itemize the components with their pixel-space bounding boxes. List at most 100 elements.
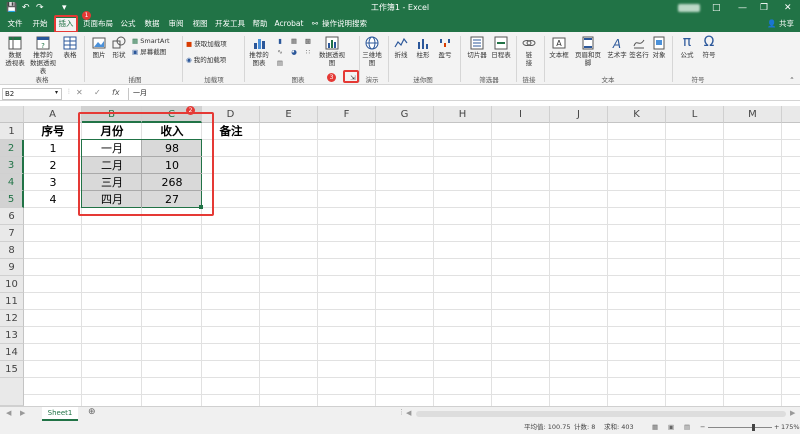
recommended-pivot-button[interactable]: ? 推荐的 数据透视表 bbox=[28, 36, 58, 75]
tab-data[interactable]: 数据 bbox=[142, 18, 162, 31]
cell-a1[interactable]: 序号 bbox=[24, 123, 82, 140]
pie-chart-button[interactable]: ◕ bbox=[288, 48, 300, 56]
tab-review[interactable]: 审阅 bbox=[166, 18, 186, 31]
page-break-view-icon[interactable]: ▤ bbox=[684, 421, 690, 434]
column-header-g[interactable]: G bbox=[376, 106, 434, 123]
tab-formulas[interactable]: 公式 bbox=[118, 18, 138, 31]
share-button[interactable]: 👤 共享 bbox=[767, 18, 794, 30]
normal-view-icon[interactable]: ▦ bbox=[652, 421, 658, 434]
cell-a2[interactable]: 1 bbox=[24, 140, 82, 157]
row-header-4[interactable]: 4 bbox=[0, 174, 24, 191]
timeline-button[interactable]: 日程表 bbox=[490, 36, 512, 59]
tab-home[interactable]: 开始 bbox=[30, 18, 50, 31]
insert-function-icon[interactable]: fx bbox=[112, 88, 120, 97]
column-header-a[interactable]: A bbox=[24, 106, 82, 123]
hscroll-left-icon[interactable]: ◀ bbox=[406, 409, 411, 417]
zoom-slider-thumb[interactable] bbox=[752, 424, 755, 431]
row-header-3[interactable]: 3 bbox=[0, 157, 24, 174]
scatter-chart-button[interactable]: ∷ bbox=[302, 48, 314, 56]
row-header-15[interactable]: 15 bbox=[0, 361, 24, 378]
row-header-12[interactable]: 12 bbox=[0, 310, 24, 327]
tab-view[interactable]: 视图 bbox=[190, 18, 210, 31]
sparkline-column-button[interactable]: 柱形 bbox=[414, 36, 432, 59]
tab-help[interactable]: 帮助 bbox=[250, 18, 270, 31]
name-box-dropdown-icon[interactable]: ▾ bbox=[55, 89, 58, 96]
signature-line-button[interactable]: 签名行 bbox=[628, 36, 650, 59]
row-header-11[interactable]: 11 bbox=[0, 293, 24, 310]
tab-file[interactable]: 文件 bbox=[6, 18, 24, 31]
equation-button[interactable]: π 公式 bbox=[678, 35, 696, 60]
column-header-j[interactable]: J bbox=[550, 106, 608, 123]
column-header-n-partial[interactable] bbox=[782, 106, 800, 123]
object-button[interactable]: 对象 bbox=[650, 36, 668, 59]
statistic-chart-button[interactable]: ▩ bbox=[302, 37, 314, 45]
row-header-9[interactable]: 9 bbox=[0, 259, 24, 276]
row-header-1[interactable]: 1 bbox=[0, 123, 24, 140]
sparkline-winloss-button[interactable]: 盈亏 bbox=[436, 36, 454, 59]
column-header-f[interactable]: F bbox=[318, 106, 376, 123]
pivot-chart-button[interactable]: 数据透视图 bbox=[316, 36, 348, 67]
column-header-k[interactable]: K bbox=[608, 106, 666, 123]
row-header-2[interactable]: 2 bbox=[0, 140, 24, 157]
close-icon[interactable]: ✕ bbox=[784, 2, 792, 14]
column-chart-button[interactable]: ▮ bbox=[274, 37, 286, 45]
header-footer-button[interactable]: 页眉和页脚 bbox=[572, 36, 604, 67]
row-header-13[interactable]: 13 bbox=[0, 327, 24, 344]
pictures-button[interactable]: 图片 bbox=[90, 36, 108, 59]
tab-developer[interactable]: 开发工具 bbox=[214, 18, 246, 31]
add-sheet-icon[interactable]: ⊕ bbox=[88, 407, 96, 417]
hierarchy-chart-button[interactable]: ▦ bbox=[288, 37, 300, 45]
my-addins-button[interactable]: ◉ 我的加载项 bbox=[186, 56, 242, 64]
select-all-corner[interactable] bbox=[0, 106, 24, 123]
tab-split-handle-icon[interactable]: ⋮ bbox=[398, 408, 405, 416]
maximize-icon[interactable]: ❐ bbox=[760, 2, 768, 14]
table-button[interactable]: 表格 bbox=[60, 36, 80, 59]
cell-a4[interactable]: 3 bbox=[24, 174, 82, 191]
3d-map-button[interactable]: 三维地 图 bbox=[362, 36, 382, 67]
formula-input[interactable]: 一月 bbox=[128, 88, 796, 100]
slicer-button[interactable]: 切片器 bbox=[466, 36, 488, 59]
ribbon-display-options-icon[interactable]: □ bbox=[712, 2, 721, 14]
column-header-m[interactable]: M bbox=[724, 106, 782, 123]
tab-acrobat[interactable]: Acrobat bbox=[274, 18, 304, 31]
pivot-table-button[interactable]: 数据 透视表 bbox=[4, 36, 26, 67]
row-header-8[interactable]: 8 bbox=[0, 242, 24, 259]
column-header-h[interactable]: H bbox=[434, 106, 492, 123]
cell-a5[interactable]: 4 bbox=[24, 191, 82, 208]
row-header-6[interactable]: 6 bbox=[0, 208, 24, 225]
smartart-button[interactable]: ▦ SmartArt bbox=[132, 37, 176, 45]
scroll-left-icon[interactable]: ◀ bbox=[6, 409, 11, 417]
zoom-slider[interactable] bbox=[708, 427, 772, 428]
zoom-out-icon[interactable]: − bbox=[700, 421, 705, 434]
row-header-10[interactable]: 10 bbox=[0, 276, 24, 293]
column-header-l[interactable]: L bbox=[666, 106, 724, 123]
sheet-tab-sheet1[interactable]: Sheet1 bbox=[42, 407, 78, 421]
page-layout-view-icon[interactable]: ▣ bbox=[668, 421, 674, 434]
hscroll-right-icon[interactable]: ▶ bbox=[790, 409, 795, 417]
symbol-button[interactable]: Ω 符号 bbox=[700, 35, 718, 60]
minimize-icon[interactable]: — bbox=[738, 2, 747, 14]
row-header-5[interactable]: 5 bbox=[0, 191, 24, 208]
wordart-button[interactable]: A 艺术字 bbox=[606, 36, 628, 59]
column-header-i[interactable]: I bbox=[492, 106, 550, 123]
collapse-ribbon-button[interactable]: ⌃ bbox=[788, 76, 796, 84]
column-header-e[interactable]: E bbox=[260, 106, 318, 123]
recommended-charts-button[interactable]: 推荐的 图表 bbox=[248, 36, 270, 67]
scroll-right-icon[interactable]: ▶ bbox=[20, 409, 25, 417]
screenshot-button[interactable]: ▣ 屏幕截图 bbox=[132, 48, 180, 56]
row-header-7[interactable]: 7 bbox=[0, 225, 24, 242]
get-addins-button[interactable]: ■ 获取加载项 bbox=[186, 40, 242, 48]
tell-me-search[interactable]: 操作说明搜索 bbox=[322, 18, 372, 31]
enter-icon[interactable]: ✓ bbox=[94, 88, 101, 97]
text-box-button[interactable]: A 文本框 bbox=[548, 36, 570, 59]
sparkline-line-button[interactable]: 折线 bbox=[392, 36, 410, 59]
shapes-button[interactable]: 形状 bbox=[110, 36, 128, 59]
cancel-icon[interactable]: ✕ bbox=[76, 88, 83, 97]
line-chart-button[interactable]: ∿ bbox=[274, 48, 286, 56]
horizontal-scrollbar[interactable] bbox=[416, 411, 786, 417]
name-box[interactable]: B2 bbox=[2, 88, 62, 100]
row-header-16-partial[interactable] bbox=[0, 378, 24, 406]
combo-chart-button[interactable]: ▤ bbox=[274, 59, 286, 67]
link-button[interactable]: 链 接 bbox=[520, 36, 538, 67]
cell-a3[interactable]: 2 bbox=[24, 157, 82, 174]
